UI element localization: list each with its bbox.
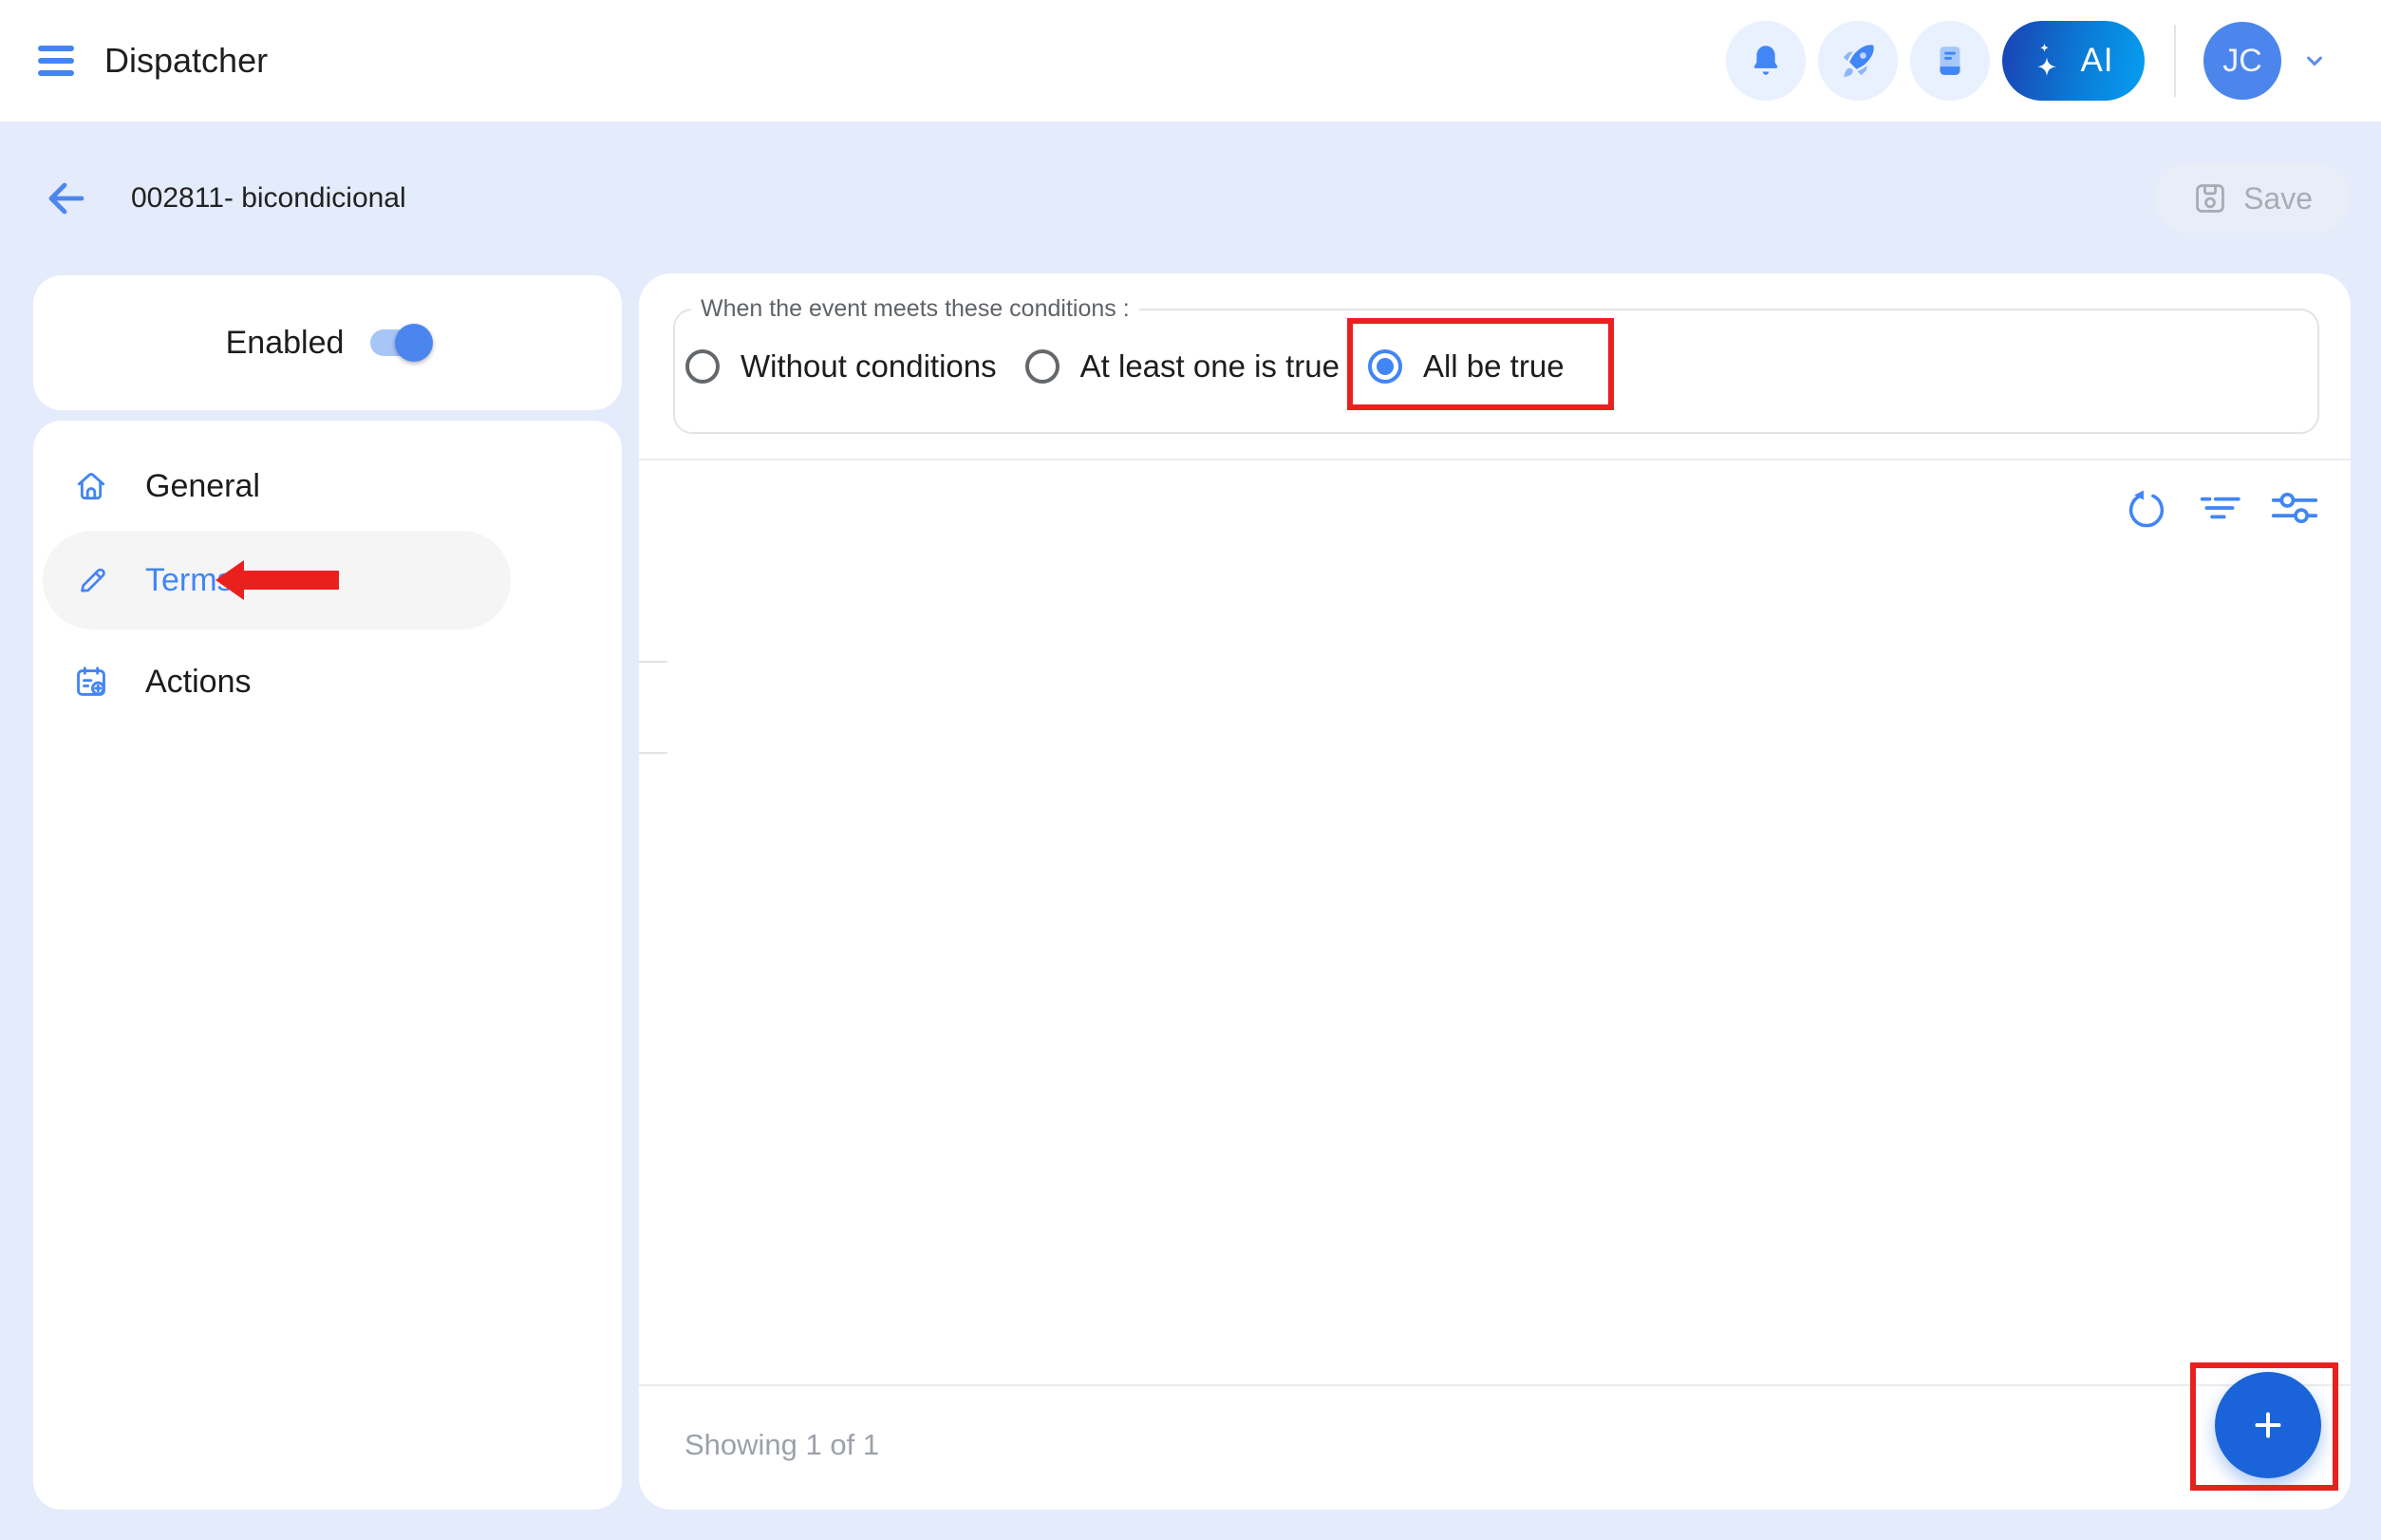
book-icon	[1930, 41, 1970, 81]
bell-icon	[1746, 41, 1786, 81]
enabled-label: Enabled	[226, 325, 345, 362]
row-edge-line	[639, 661, 667, 663]
radio-icon-selected[interactable]	[1368, 349, 1402, 384]
floppy-disk-icon	[2192, 180, 2228, 216]
conditions-radio-group: Without conditions At least one is true …	[685, 323, 2317, 410]
sliders-icon	[2271, 490, 2318, 526]
radio-icon[interactable]	[1025, 349, 1059, 384]
toggle-thumb	[395, 324, 433, 362]
enabled-toggle[interactable]	[370, 329, 429, 356]
radio-label: All be true	[1423, 347, 1565, 385]
annotation-box-add-button	[2215, 1372, 2321, 1478]
radio-label: At least one is true	[1080, 347, 1340, 385]
menu-icon[interactable]	[38, 39, 76, 83]
enabled-card: Enabled	[33, 275, 622, 410]
plus-icon	[2246, 1403, 2290, 1447]
sidebar-item-label: Actions	[145, 664, 252, 701]
page-toolbar: 002811- bicondicional Save	[0, 122, 2381, 275]
sidebar-item-general[interactable]: General	[33, 441, 622, 531]
ai-label: AI	[2080, 42, 2113, 80]
save-label: Save	[2243, 181, 2313, 216]
account-menu-button[interactable]	[2301, 47, 2328, 74]
notifications-button[interactable]	[1726, 21, 1806, 101]
rocket-icon	[1838, 41, 1878, 81]
radio-label: Without conditions	[741, 347, 997, 385]
arrow-left-icon	[44, 176, 89, 221]
add-term-button[interactable]	[2215, 1372, 2321, 1478]
list-toolbar	[2123, 484, 2318, 532]
header-divider	[2174, 25, 2176, 97]
sidebar-nav: General Terms	[33, 421, 622, 1510]
app-title: Dispatcher	[104, 41, 268, 81]
page: Dispatcher	[0, 0, 2381, 1540]
header-actions: AI JC	[1726, 21, 2328, 101]
sidebar-item-terms[interactable]: Terms	[43, 531, 511, 629]
radio-option-all-be-true[interactable]: All be true	[1368, 347, 1565, 385]
pencil-icon	[75, 563, 109, 597]
view-options-button[interactable]	[2271, 484, 2318, 532]
sparkles-icon	[2033, 40, 2061, 82]
row-edge-line	[639, 752, 667, 754]
chevron-down-icon	[2301, 47, 2328, 74]
panel-divider	[639, 459, 2351, 460]
avatar[interactable]: JC	[2203, 22, 2281, 100]
terms-panel: When the event meets these conditions : …	[639, 273, 2351, 1510]
pagination-status: Showing 1 of 1	[684, 1428, 879, 1462]
filter-button[interactable]	[2197, 484, 2244, 532]
radio-option-at-least-one[interactable]: At least one is true	[1025, 347, 1340, 385]
docs-button[interactable]	[1910, 21, 1990, 101]
radio-option-without-conditions[interactable]: Without conditions	[685, 347, 997, 385]
annotation-arrow-terms	[216, 560, 339, 600]
sidebar-item-label: General	[145, 468, 260, 505]
filter-lines-icon	[2199, 492, 2242, 524]
page-title: 002811- bicondicional	[131, 182, 406, 215]
home-icon	[73, 468, 109, 504]
conditions-fieldset: When the event meets these conditions : …	[673, 295, 2319, 434]
app-header: Dispatcher	[0, 0, 2381, 122]
calendar-plus-icon	[73, 664, 109, 700]
sidebar-item-label: Terms	[145, 562, 234, 599]
save-button[interactable]: Save	[2154, 163, 2351, 234]
ai-assistant-button[interactable]: AI	[2002, 21, 2145, 101]
refresh-button[interactable]	[2123, 484, 2170, 532]
radio-icon[interactable]	[685, 349, 720, 384]
refresh-icon	[2124, 485, 2169, 531]
footer-divider	[639, 1384, 2351, 1386]
back-button[interactable]	[44, 176, 89, 221]
sidebar-item-actions[interactable]: Actions	[33, 637, 622, 726]
launch-button[interactable]	[1818, 21, 1898, 101]
conditions-legend: When the event meets these conditions :	[691, 295, 1139, 323]
